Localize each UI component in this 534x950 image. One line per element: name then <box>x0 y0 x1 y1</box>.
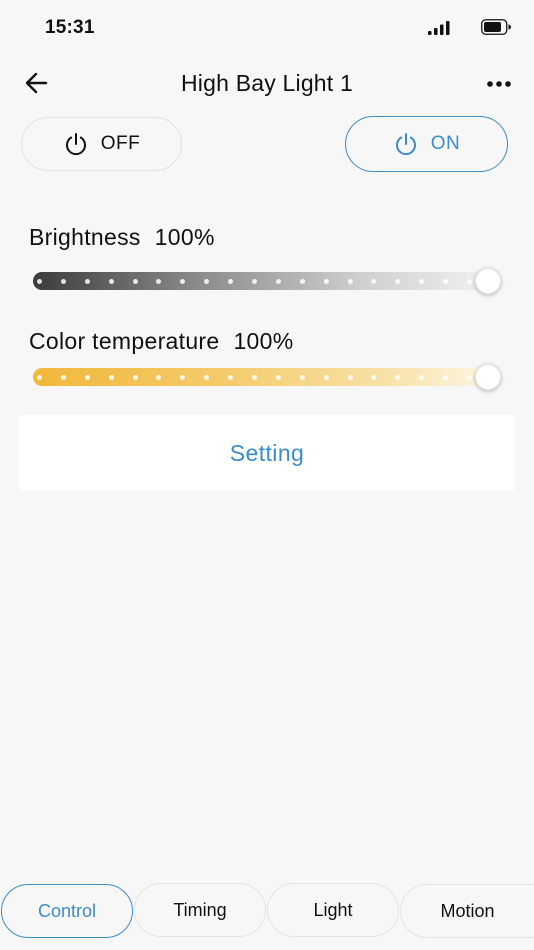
color-temperature-slider[interactable] <box>33 364 501 390</box>
setting-label: Setting <box>229 439 305 466</box>
slider-tick <box>252 278 258 284</box>
slider-tick <box>419 374 425 380</box>
tab-timing-label: Timing <box>173 899 227 920</box>
slider-tick <box>132 374 138 380</box>
slider-tick <box>228 374 234 380</box>
slider-tick <box>395 374 401 380</box>
slider-tick <box>108 374 114 380</box>
slider-tick <box>156 278 162 284</box>
setting-button[interactable]: Setting <box>19 415 515 491</box>
signal-icon <box>428 21 450 35</box>
more-icon[interactable] <box>486 80 512 88</box>
slider-tick <box>60 278 66 284</box>
battery-icon <box>481 19 511 35</box>
slider-tick <box>204 374 210 380</box>
brightness-label: Brightness <box>29 224 141 250</box>
power-on-label: ON <box>430 133 461 154</box>
slider-tick <box>299 374 305 380</box>
tab-control-label: Control <box>37 900 97 921</box>
page-title: High Bay Light 1 <box>181 70 353 96</box>
color-temperature-label-row: Color temperature 100% <box>29 328 294 355</box>
slider-tick <box>347 278 353 284</box>
slider-tick <box>347 374 353 380</box>
power-off-label: OFF <box>100 133 141 154</box>
slider-tick <box>180 374 186 380</box>
tab-light-label: Light <box>313 899 353 920</box>
slider-tick <box>275 374 281 380</box>
slider-tick <box>180 278 186 284</box>
slider-tick <box>467 374 473 380</box>
slider-tick <box>323 374 329 380</box>
slider-thumb[interactable] <box>475 268 501 294</box>
slider-tick <box>299 278 305 284</box>
slider-tick <box>132 278 138 284</box>
slider-tick <box>108 278 114 284</box>
power-icon <box>395 133 416 156</box>
slider-tick <box>323 278 329 284</box>
color-temperature-value: 100% <box>233 328 294 354</box>
brightness-value: 100% <box>154 224 215 250</box>
slider-tick <box>419 278 425 284</box>
tab-timing[interactable]: Timing <box>134 883 266 937</box>
slider-tick <box>37 374 42 380</box>
slider-tick <box>156 374 162 380</box>
tab-control[interactable]: Control <box>1 884 133 938</box>
slider-tick <box>395 278 401 284</box>
status-time: 15:31 <box>45 17 95 38</box>
slider-tick <box>252 374 258 380</box>
slider-tick <box>84 278 90 284</box>
tab-motion-label: Motion <box>440 900 495 921</box>
brightness-label-row: Brightness 100% <box>29 224 215 251</box>
slider-tick <box>443 374 449 380</box>
tab-motion[interactable]: Motion <box>400 884 534 938</box>
power-off-button[interactable]: OFF <box>21 117 182 171</box>
slider-tick <box>371 278 377 284</box>
tab-light[interactable]: Light <box>267 883 399 937</box>
slider-tick <box>467 278 473 284</box>
brightness-slider[interactable] <box>33 268 501 294</box>
power-icon <box>65 133 86 156</box>
slider-tick <box>37 278 42 284</box>
power-on-button[interactable]: ON <box>345 116 508 172</box>
slider-tick <box>204 278 210 284</box>
slider-thumb[interactable] <box>475 364 501 390</box>
color-temperature-label: Color temperature <box>29 328 220 354</box>
slider-tick <box>228 278 234 284</box>
slider-tick <box>443 278 449 284</box>
slider-tick <box>84 374 90 380</box>
slider-tick <box>60 374 66 380</box>
slider-tick <box>371 374 377 380</box>
slider-tick <box>275 278 281 284</box>
